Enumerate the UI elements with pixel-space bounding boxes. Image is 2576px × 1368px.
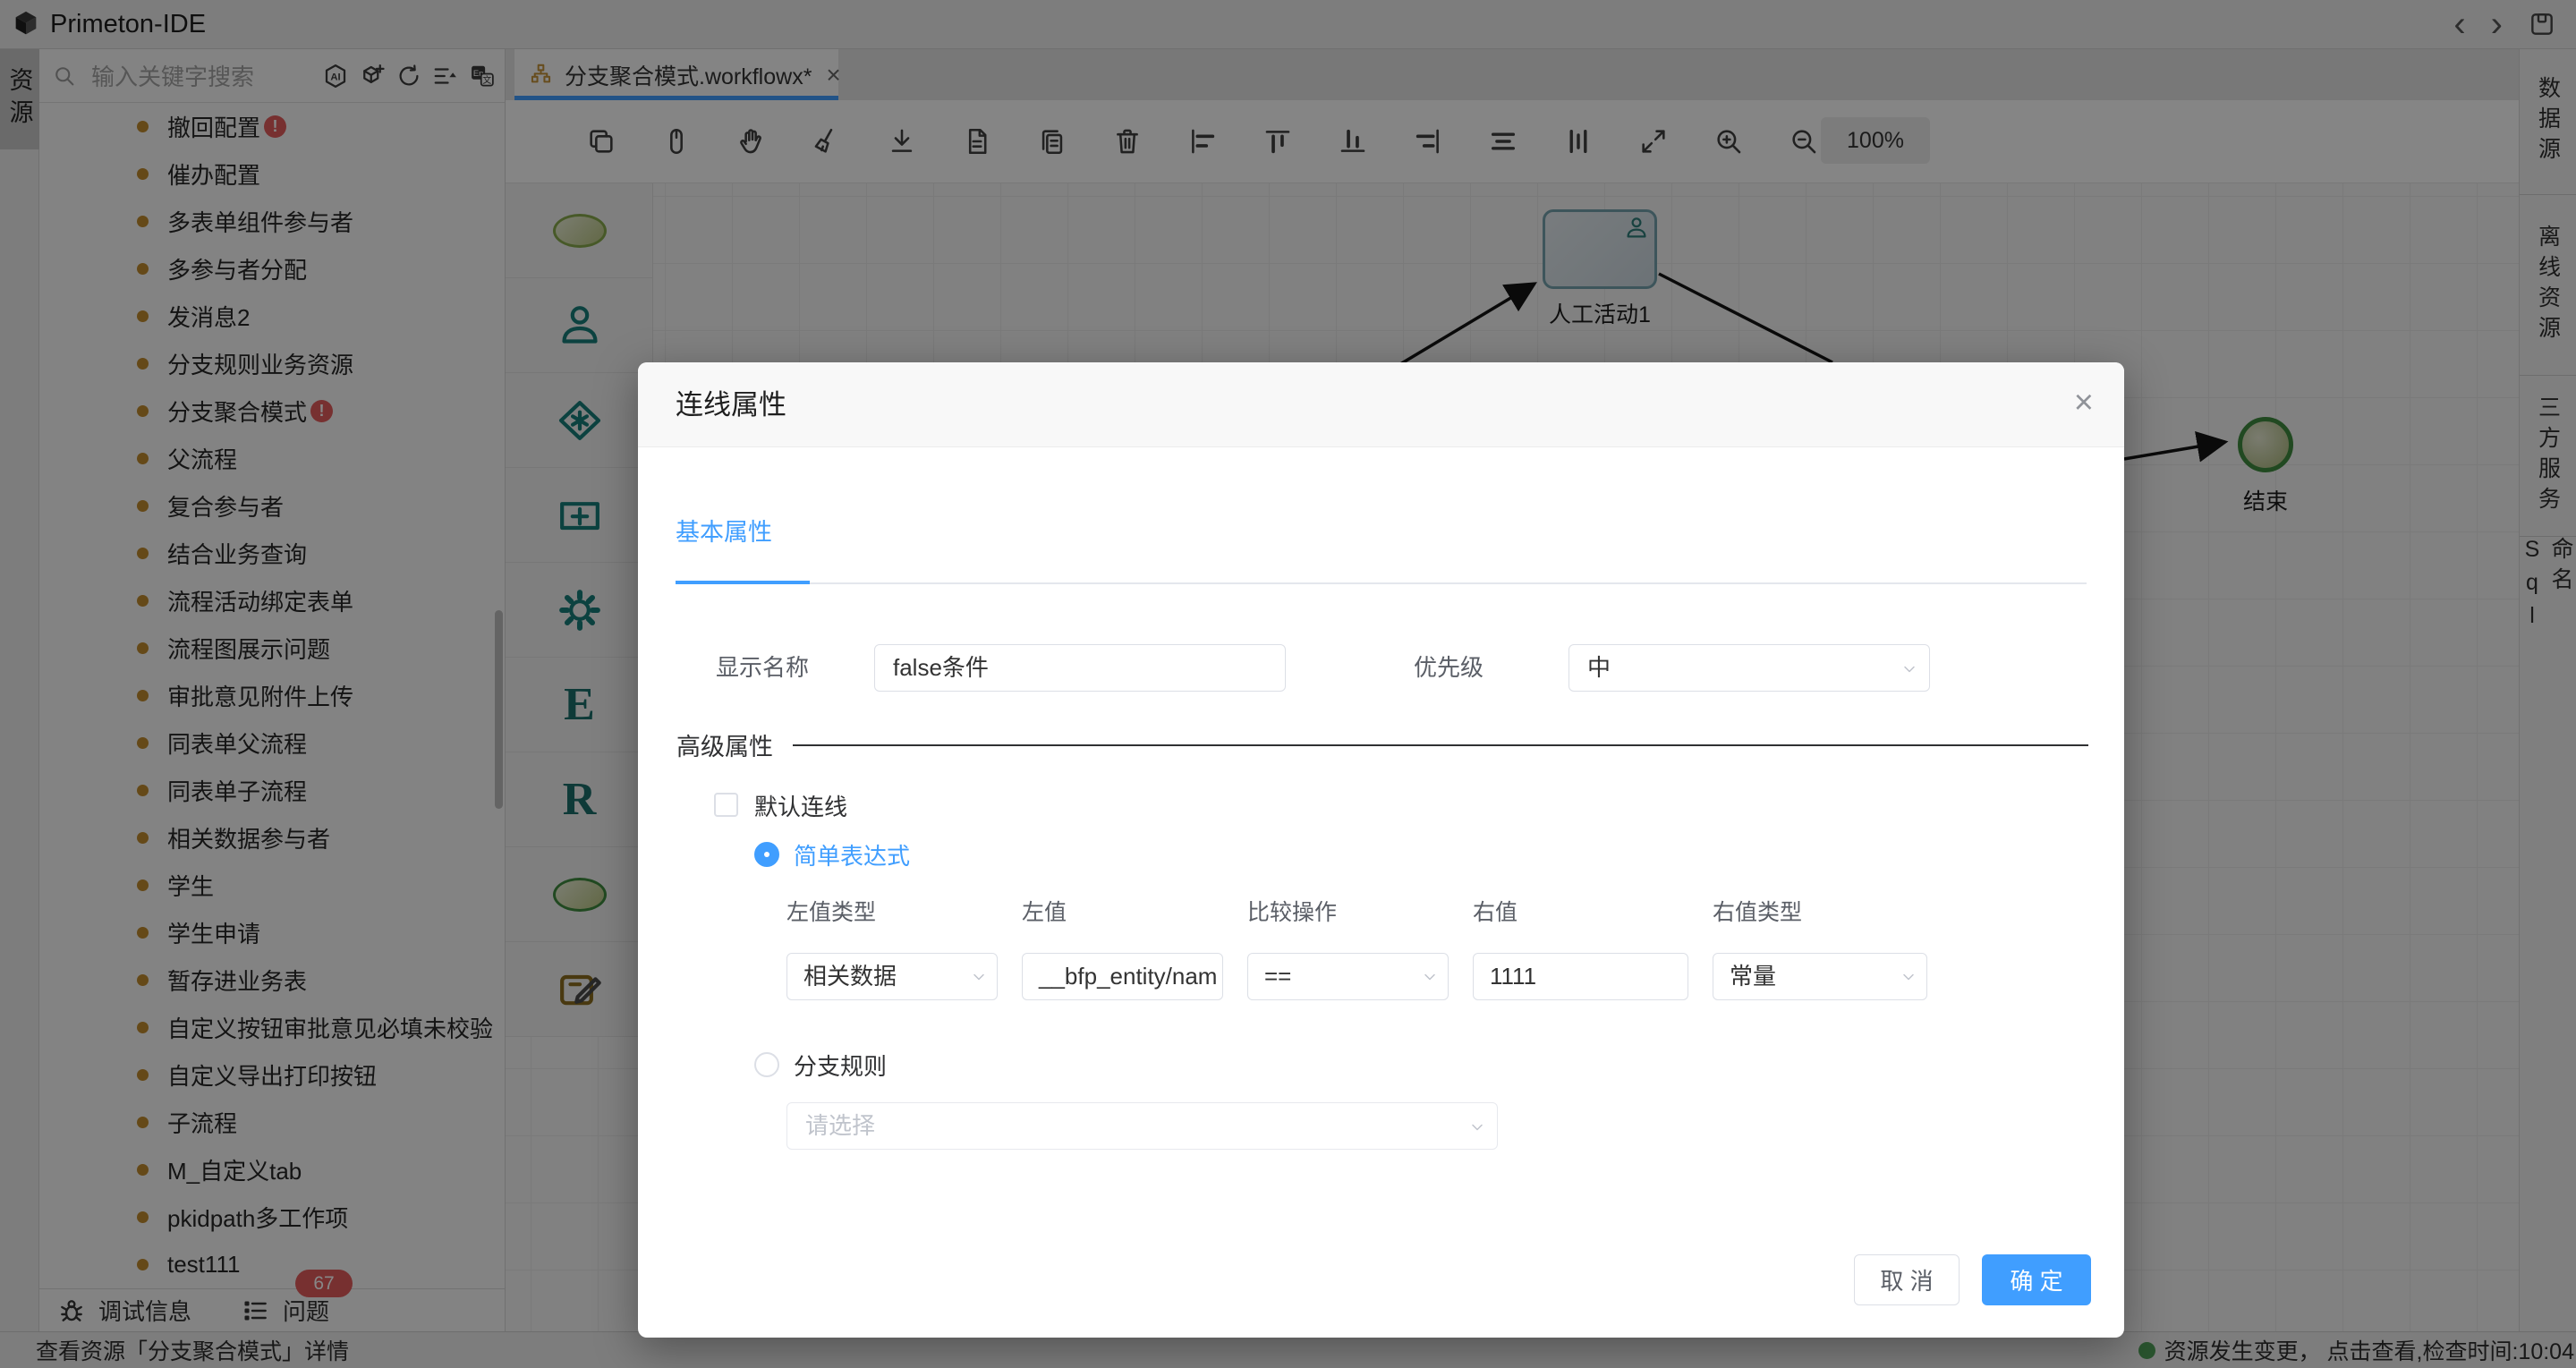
expression-field-label: 右值类型: [1713, 897, 1927, 928]
ok-button[interactable]: 确 定: [1982, 1254, 2091, 1305]
expression-column: 右值 1111: [1473, 897, 1688, 1000]
chevron-down-icon: [970, 968, 988, 986]
connection-properties-dialog: 连线属性 × 基本属性 显示名称 false条件 优先级 中 高级属性 默认连线…: [638, 362, 2124, 1338]
expression-field-control[interactable]: __bfp_entity/nam: [1022, 953, 1223, 1000]
active-tab-underline: [676, 581, 810, 584]
expression-column: 左值类型 相关数据: [786, 897, 998, 1000]
default-line-checkbox[interactable]: [714, 793, 738, 817]
expression-field-value: 常量: [1730, 963, 1776, 990]
expression-field-value: 相关数据: [803, 963, 897, 990]
dialog-header: [638, 362, 2124, 447]
dialog-close-icon[interactable]: ×: [2074, 384, 2094, 422]
display-name-label: 显示名称: [716, 644, 809, 692]
simple-expression-radio[interactable]: [754, 842, 779, 867]
simple-expression-label[interactable]: 简单表达式: [794, 838, 910, 871]
expression-field-label: 左值类型: [786, 897, 998, 928]
expression-field-value: ==: [1264, 963, 1291, 990]
expression-column: 左值 __bfp_entity/nam: [1022, 897, 1223, 1000]
expression-column: 右值类型 常量: [1713, 897, 1927, 1000]
priority-select[interactable]: 中: [1569, 644, 1930, 692]
app-window: Primeton-IDE ‹ › 资源 输入关键字搜索 AI: [0, 0, 2576, 1368]
default-line-label: 默认连线: [754, 789, 847, 822]
chevron-down-icon: [1900, 660, 1918, 678]
priority-label: 优先级: [1414, 644, 1484, 692]
expression-field-label: 左值: [1022, 897, 1223, 928]
dialog-title: 连线属性: [676, 362, 786, 447]
expression-builder-row: 左值类型 相关数据 左值 __bfp_entity/nam 比较操作: [786, 897, 1927, 1000]
expression-field-control[interactable]: 1111: [1473, 953, 1688, 1000]
advanced-section: 高级属性: [676, 727, 2088, 762]
tab-basic-properties[interactable]: 基本属性: [676, 513, 772, 552]
chevron-down-icon: [1900, 968, 1917, 986]
expression-field-label: 比较操作: [1247, 897, 1449, 928]
chevron-down-icon: [1421, 968, 1439, 986]
tab-track: [676, 582, 2087, 584]
expression-column: 比较操作 ==: [1247, 897, 1449, 1000]
branch-rule-select[interactable]: 请选择: [786, 1102, 1498, 1150]
branch-rule-placeholder: 请选择: [805, 1112, 875, 1139]
branch-rule-label: 分支规则: [794, 1049, 887, 1082]
chevron-down-icon: [1468, 1118, 1486, 1136]
priority-value: 中: [1587, 654, 1611, 681]
cancel-button[interactable]: 取 消: [1854, 1254, 1960, 1305]
expression-field-control[interactable]: 常量: [1713, 953, 1927, 1000]
expression-field-control[interactable]: 相关数据: [786, 953, 998, 1000]
expression-field-label: 右值: [1473, 897, 1688, 928]
branch-rule-radio[interactable]: [754, 1052, 779, 1077]
section-divider: [793, 744, 2088, 746]
expression-field-value: 1111: [1490, 963, 1536, 990]
expression-field-control[interactable]: ==: [1247, 953, 1449, 1000]
display-name-input[interactable]: false条件: [874, 644, 1286, 692]
expression-field-value: __bfp_entity/nam: [1039, 963, 1217, 990]
advanced-section-title: 高级属性: [676, 727, 773, 762]
